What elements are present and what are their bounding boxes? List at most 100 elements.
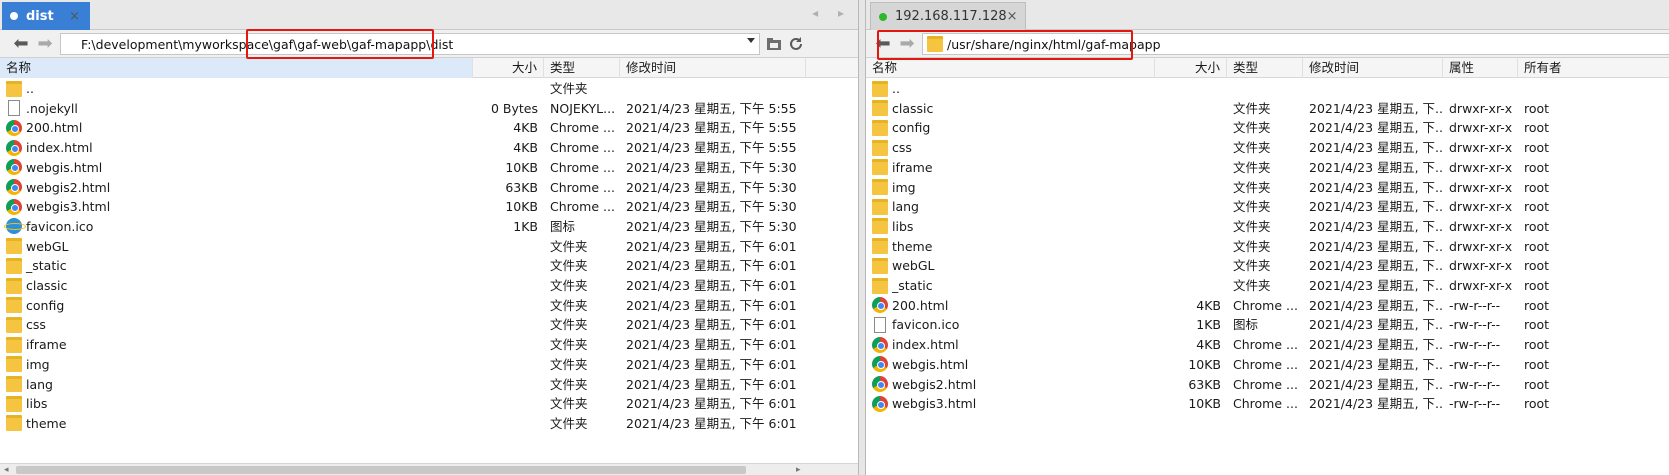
file-row[interactable]: webgis.html 10KB Chrome ... 2021/4/23 星期五, … [0,157,858,178]
file-row[interactable]: webgis2.html 63KB Chrome ... 2021/4/23 星期五,… [866,374,1669,395]
column-size[interactable]: 大小 [473,58,544,78]
file-row[interactable]: img 文件夹 2021/4/23 星期五, 下... drwxr-xr-x root [866,177,1669,198]
column-permissions[interactable]: 属性 [1443,58,1518,78]
file-row[interactable]: css 文件夹 2021/4/23 星期五, 下... drwxr-xr-x root [866,137,1669,158]
cell-modified: 2021/4/23 星期五, 下午 6:01 [626,356,797,372]
tab-remote-host[interactable]: 192.168.117.128 × [870,2,1026,30]
cell-modified: 2021/4/23 星期五, 下... [1309,376,1443,392]
remote-pane: 192.168.117.128 × ⬅ ➡ /usr/share/nginx/h… [865,0,1669,475]
cell-size [1155,157,1227,178]
column-name[interactable]: 名称 [0,58,473,78]
column-modified[interactable]: 修改时间 [1303,58,1443,78]
file-row[interactable]: theme 文件夹 2021/4/23 星期五, 下午 6:01 [0,413,858,434]
cell-modified: 2021/4/23 星期五, 下... [1309,140,1443,156]
column-type[interactable]: 类型 [544,58,620,78]
cell-name: favicon.ico [0,216,473,237]
forward-arrow-icon[interactable]: ➡ [896,34,918,54]
file-row[interactable]: css 文件夹 2021/4/23 星期五, 下午 6:01 [0,314,858,335]
cell-modified: 2021/4/23 星期五, 下... [1309,396,1443,412]
cell-owner: root [1524,100,1550,116]
cell-perms: drwxr-xr-x [1449,218,1513,234]
horizontal-scrollbar[interactable]: ◂ ▸ [0,463,858,475]
chevron-down-icon[interactable] [747,38,755,43]
local-path-input[interactable]: F:\development\myworkspace\gaf\gaf-web\g… [60,33,760,55]
file-row[interactable]: libs 文件夹 2021/4/23 星期五, 下午 6:01 [0,393,858,414]
file-row[interactable]: 200.html 4KB Chrome ... 2021/4/23 星期五, 下午 5… [0,117,858,138]
column-name[interactable]: 名称 [866,58,1155,78]
file-row[interactable]: lang 文件夹 2021/4/23 星期五, 下... drwxr-xr-x root [866,196,1669,217]
chrome-icon [6,119,22,136]
file-row[interactable]: favicon.ico 1KB 图标 2021/4/23 星期五, 下午 5:30 [0,216,858,237]
file-row[interactable]: config 文件夹 2021/4/23 星期五, 下... drwxr-xr-x ro… [866,117,1669,138]
cell-size [1155,275,1227,296]
file-row[interactable]: theme 文件夹 2021/4/23 星期五, 下... drwxr-xr-x roo… [866,236,1669,257]
back-arrow-icon[interactable]: ⬅ [872,34,894,54]
column-owner[interactable]: 所有者 [1518,58,1669,78]
folder-icon [6,376,22,392]
file-row[interactable]: webGL 文件夹 2021/4/23 星期五, 下午 6:01 [0,236,858,257]
cell-type: 文件夹 [1233,218,1271,234]
file-row[interactable]: index.html 4KB Chrome ... 2021/4/23 星期五, 下午… [0,137,858,158]
file-row[interactable]: webgis2.html 63KB Chrome ... 2021/4/23 星期五,… [0,177,858,198]
tab-label: dist [26,8,54,24]
file-name: img [26,356,50,372]
file-row[interactable]: 200.html 4KB Chrome ... 2021/4/23 星期五, 下...… [866,295,1669,316]
cell-name: _static [866,275,1155,296]
file-name: img [892,179,916,195]
file-row[interactable]: _static 文件夹 2021/4/23 星期五, 下午 6:01 [0,255,858,276]
close-icon[interactable]: × [69,9,80,24]
close-icon[interactable]: × [1007,9,1018,24]
column-size[interactable]: 大小 [1155,58,1227,78]
file-row[interactable]: img 文件夹 2021/4/23 星期五, 下午 6:01 [0,354,858,375]
file-row[interactable]: config 文件夹 2021/4/23 星期五, 下午 6:01 [0,295,858,316]
file-row[interactable]: webgis3.html 10KB Chrome ... 2021/4/23 星期五,… [0,196,858,217]
scrollbar-thumb[interactable] [16,466,746,474]
back-arrow-icon[interactable]: ⬅ [10,34,32,54]
file-row[interactable]: _static 文件夹 2021/4/23 星期五, 下... drwxr-xr-x r… [866,275,1669,296]
scroll-right-icon[interactable]: ▸ [796,464,801,475]
cell-size: 10KB [505,159,538,175]
tab-scroll-arrows[interactable]: ◂ ▸ [812,6,852,20]
cell-type: Chrome ... [550,179,615,195]
cell-modified: 2021/4/23 星期五, 下午 5:30 [626,179,797,195]
cell-name: config [0,295,473,316]
file-row[interactable]: lang 文件夹 2021/4/23 星期五, 下午 6:01 [0,374,858,395]
column-type[interactable]: 类型 [1227,58,1303,78]
file-row[interactable]: .nojekyll 0 Bytes NOJEKYL... 2021/4/23 星期五,… [0,98,858,119]
cell-type: 文件夹 [1233,238,1271,254]
file-name: _static [26,258,67,274]
cell-name: 200.html [866,295,1155,316]
cell-perms: -rw-r--r-- [1449,396,1501,412]
cell-perms: drwxr-xr-x [1449,238,1513,254]
file-row[interactable]: favicon.ico 1KB 图标 2021/4/23 星期五, 下... -rw-r… [866,314,1669,335]
column-modified[interactable]: 修改时间 [620,58,806,78]
file-row[interactable]: webgis3.html 10KB Chrome ... 2021/4/23 星期五,… [866,393,1669,414]
scroll-left-icon[interactable]: ◂ [4,464,9,475]
file-row[interactable]: classic 文件夹 2021/4/23 星期五, 下午 6:01 [0,275,858,296]
chrome-icon [872,395,888,412]
folder-tree-icon[interactable] [766,36,782,52]
file-row[interactable]: .. 文件夹 [0,78,858,99]
cell-type: 文件夹 [1233,179,1271,195]
refresh-icon[interactable] [788,36,804,52]
cell-modified: 2021/4/23 星期五, 下午 6:01 [626,317,797,333]
cell-modified: 2021/4/23 星期五, 下... [1309,356,1443,372]
file-name: iframe [892,159,933,175]
cell-perms: -rw-r--r-- [1449,317,1501,333]
forward-arrow-icon[interactable]: ➡ [34,34,56,54]
file-row[interactable]: .. [866,78,1669,99]
file-row[interactable]: webGL 文件夹 2021/4/23 星期五, 下... drwxr-xr-x roo… [866,255,1669,276]
tab-dist[interactable]: dist × [2,2,90,30]
file-row[interactable]: libs 文件夹 2021/4/23 星期五, 下... drwxr-xr-x root [866,216,1669,237]
cell-name: webgis.html [0,157,473,178]
file-row[interactable]: classic 文件夹 2021/4/23 星期五, 下... drwxr-xr-x r… [866,98,1669,119]
file-row[interactable]: iframe 文件夹 2021/4/23 星期五, 下午 6:01 [0,334,858,355]
file-row[interactable]: iframe 文件夹 2021/4/23 星期五, 下... drwxr-xr-x ro… [866,157,1669,178]
file-row[interactable]: webgis.html 10KB Chrome ... 2021/4/23 星期五, … [866,354,1669,375]
tab-status-dot [10,12,18,20]
cell-size [473,78,544,99]
remote-path-input[interactable]: /usr/share/nginx/html/gaf-mapapp [922,33,1669,55]
file-name: classic [892,100,934,116]
folder-icon [6,297,22,314]
file-row[interactable]: index.html 4KB Chrome ... 2021/4/23 星期五, 下.… [866,334,1669,355]
